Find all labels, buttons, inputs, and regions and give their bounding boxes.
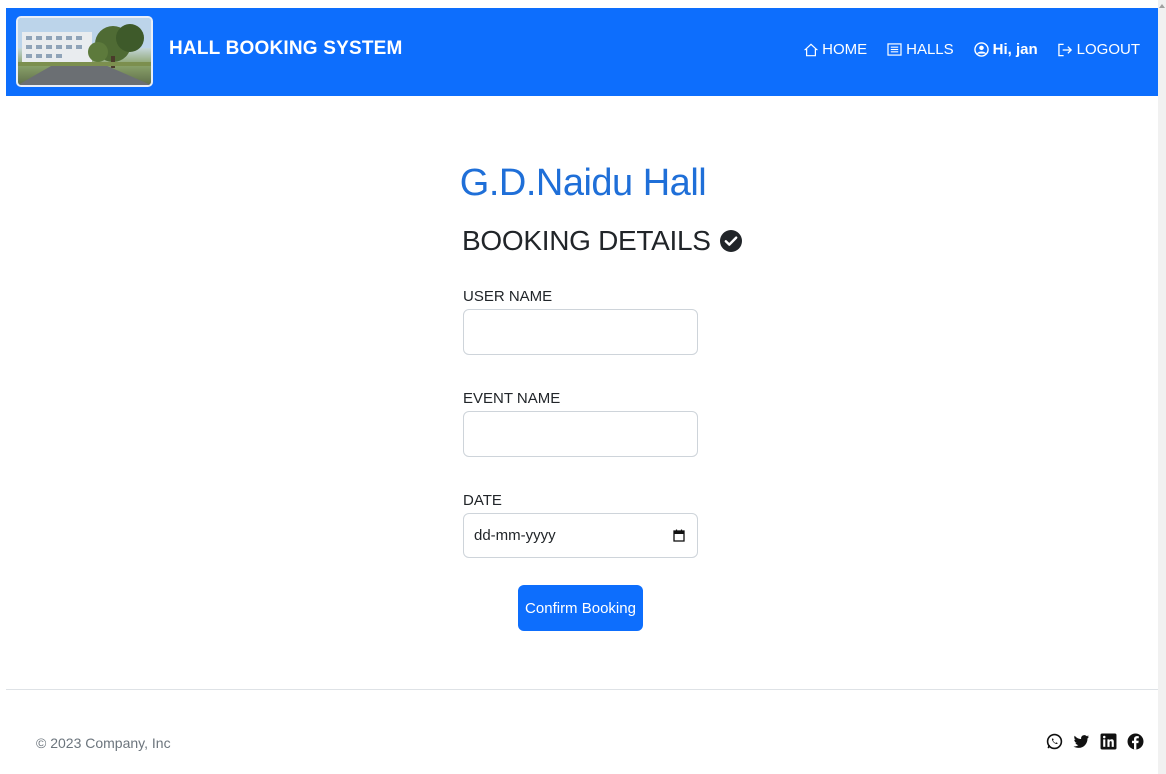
event-name-label: EVENT NAME xyxy=(463,390,561,407)
user-circle-icon xyxy=(973,42,989,57)
twitter-icon[interactable] xyxy=(1073,733,1090,750)
date-label: DATE xyxy=(463,492,502,509)
event-name-input[interactable] xyxy=(463,411,698,457)
footer-copyright: © 2023 Company, Inc xyxy=(36,735,171,751)
nav-logout-label: LOGOUT xyxy=(1076,41,1140,58)
facebook-icon[interactable] xyxy=(1127,733,1144,750)
hall-name-heading: G.D.Naidu Hall xyxy=(459,162,707,204)
date-input[interactable]: dd-mm-yyyy xyxy=(463,513,698,558)
page-scrollbar[interactable] xyxy=(1158,0,1166,774)
navbar: HALL BOOKING SYSTEM HOME HALLS Hi, jan L… xyxy=(6,8,1158,96)
calendar-icon[interactable] xyxy=(673,529,685,542)
linkedin-icon[interactable] xyxy=(1100,733,1117,750)
brand-title[interactable]: HALL BOOKING SYSTEM xyxy=(169,38,403,60)
social-links xyxy=(1046,733,1144,750)
confirm-booking-button[interactable]: Confirm Booking xyxy=(518,585,643,631)
nav-halls-link[interactable]: HALLS xyxy=(887,41,954,58)
logout-icon xyxy=(1057,43,1072,56)
date-placeholder: dd-mm-yyyy xyxy=(474,527,556,544)
nav-logout-link[interactable]: LOGOUT xyxy=(1057,41,1140,58)
nav-user-link[interactable]: Hi, jan xyxy=(973,41,1038,58)
nav-home-link[interactable]: HOME xyxy=(804,41,867,58)
check-circle-icon xyxy=(719,230,742,252)
nav-halls-label: HALLS xyxy=(906,41,954,58)
whatsapp-icon[interactable] xyxy=(1046,733,1063,750)
list-icon xyxy=(887,43,902,56)
booking-details-heading: BOOKING DETAILS xyxy=(462,225,743,257)
nav-user-label: Hi, jan xyxy=(992,41,1038,58)
footer-divider xyxy=(6,689,1158,690)
scroll-up-icon[interactable] xyxy=(1159,4,1165,8)
booking-details-label: BOOKING DETAILS xyxy=(462,225,711,256)
user-name-input[interactable] xyxy=(463,309,698,355)
campus-building-photo xyxy=(18,18,151,85)
logo-image[interactable] xyxy=(16,16,153,87)
user-name-label: USER NAME xyxy=(463,288,553,305)
nav-links: HOME HALLS Hi, jan LOGOUT xyxy=(804,41,1140,58)
nav-home-label: HOME xyxy=(822,41,868,58)
home-icon xyxy=(804,42,819,56)
page: HALL BOOKING SYSTEM HOME HALLS Hi, jan L… xyxy=(0,0,1166,774)
